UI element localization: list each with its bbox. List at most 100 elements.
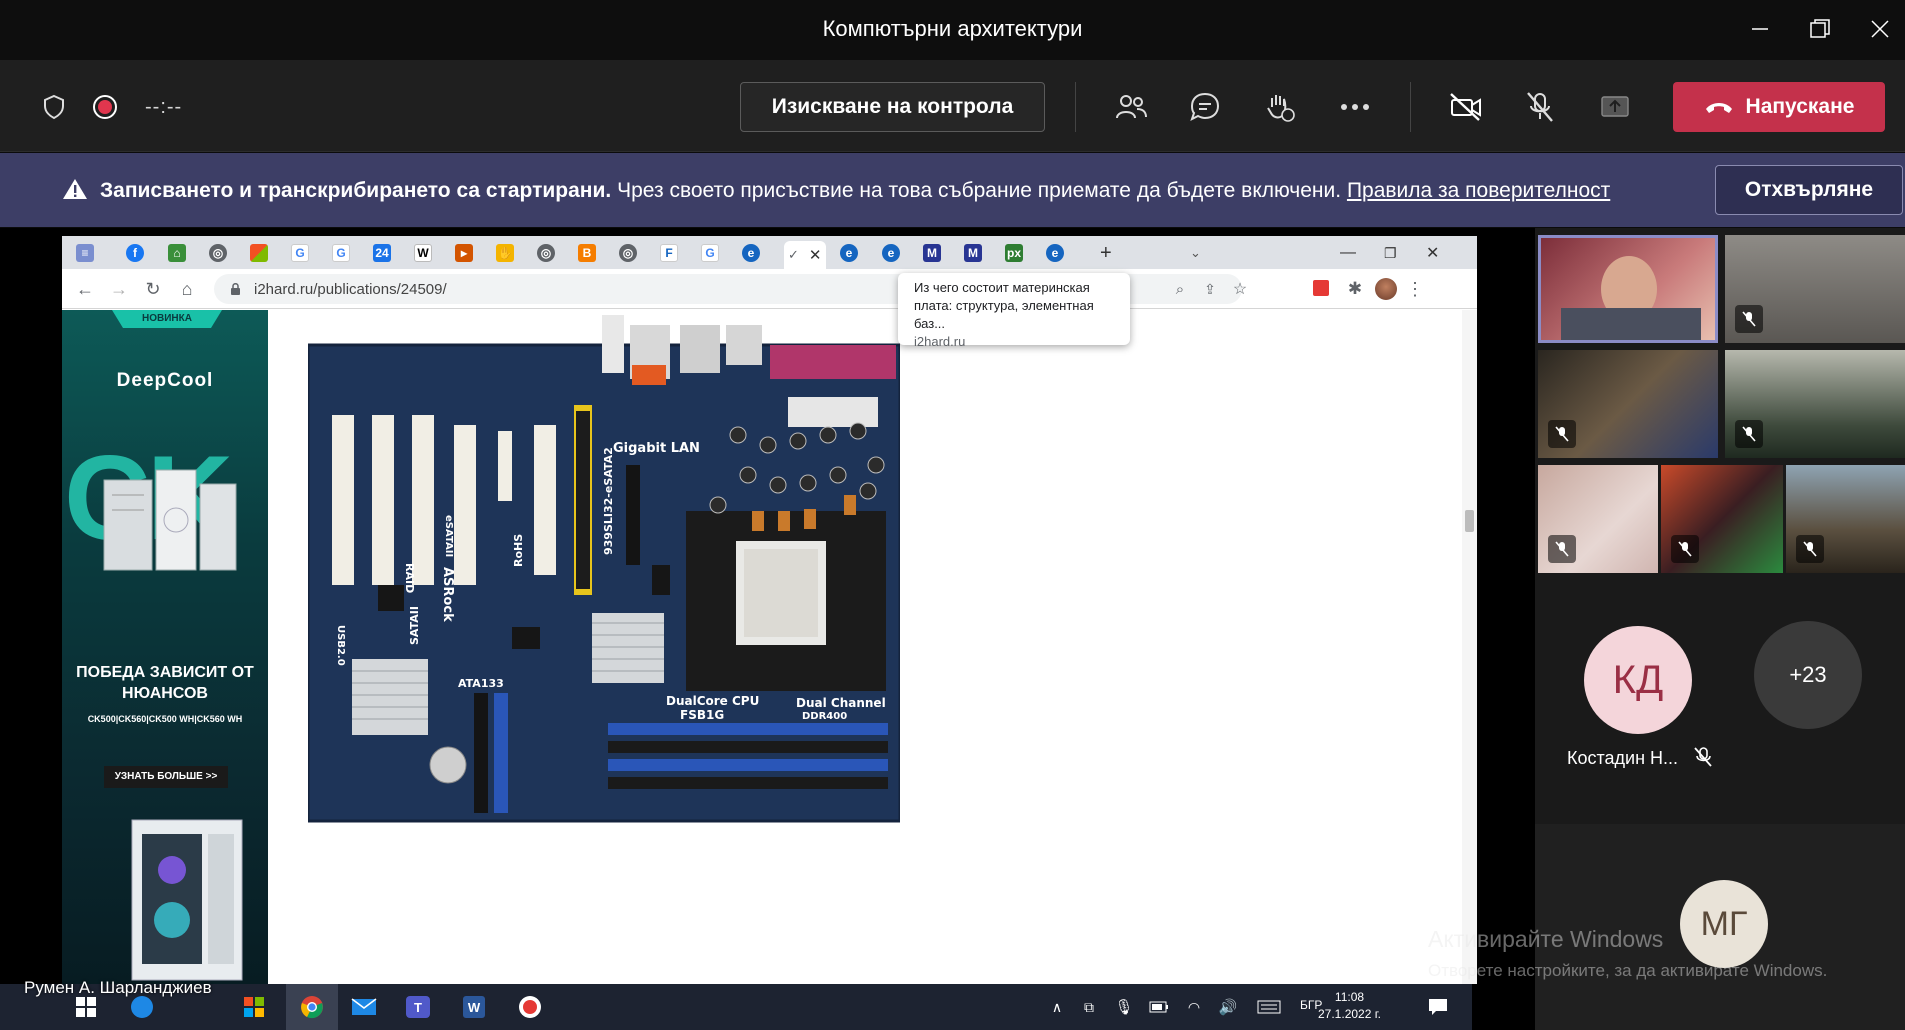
page-scrollbar[interactable] [1462,310,1477,984]
participant-shirt [1561,308,1701,340]
scrollbar-thumb[interactable] [1465,510,1474,532]
meeting-timer: --:-- [145,96,183,118]
browser-minimize-button[interactable]: — [1340,241,1356,265]
taskbar-clock[interactable]: 11:08 27.1.2022 г. [1318,989,1381,1023]
share-icon[interactable]: ⇪ [1199,278,1221,300]
browser-tab[interactable]: ◎ [619,241,637,265]
browser-tab[interactable]: ▸ [455,241,473,265]
lock-icon [231,283,240,295]
keyboard-icon[interactable] [1255,993,1283,1021]
browser-tab[interactable]: ⌂ [168,241,186,265]
browser-tab[interactable]: e [840,241,858,265]
browser-tab[interactable]: 24 [373,241,391,265]
home-icon[interactable]: ⌂ [176,278,198,300]
browser-tab[interactable]: G [701,241,719,265]
mb-label: ATA133 [458,677,504,690]
browser-restore-button[interactable]: ❐ [1384,241,1397,265]
browser-menu-icon[interactable]: ⋮ [1404,278,1426,300]
participant-video[interactable] [1786,465,1905,573]
browser-tab[interactable]: f [126,241,144,265]
word-icon[interactable]: W [460,993,488,1021]
browser-tab[interactable]: G [291,241,309,265]
store-icon[interactable] [240,993,268,1021]
facebook-icon: f [126,244,144,262]
reactions-icon[interactable] [1257,84,1303,130]
browser-tab[interactable]: G [332,241,350,265]
camera-off-icon[interactable] [1443,84,1489,130]
back-icon[interactable]: ← [74,278,96,300]
new-tab-button[interactable]: + [1100,241,1112,265]
recording-icon [82,84,128,130]
browser-tab[interactable]: M [923,241,941,265]
request-control-button[interactable]: Изискване на контрола [740,82,1045,132]
wikipedia-icon: W [414,244,432,262]
people-icon[interactable] [1108,84,1154,130]
participant-video[interactable] [1538,350,1718,458]
participant-video[interactable] [1661,465,1783,573]
browser-tab[interactable]: ✋ [496,241,514,265]
shield-icon[interactable] [31,84,77,130]
participant-video[interactable] [1538,465,1658,573]
profile-avatar[interactable] [1375,278,1397,300]
ad-learn-more-button[interactable]: УЗНАТЬ БОЛЬШЕ >> [104,766,228,788]
minimize-button[interactable] [1740,12,1780,46]
browser-tab[interactable]: px [1005,241,1023,265]
close-window-button[interactable] [1860,12,1900,46]
participant-gallery: КД Костадин Н... +23 МГ [1535,228,1905,1030]
leave-button[interactable]: Напускане [1673,82,1885,132]
battery-icon[interactable] [1145,993,1173,1021]
share-screen-icon[interactable] [1592,84,1638,130]
forward-icon[interactable]: → [108,278,130,300]
star-icon[interactable]: ☆ [1229,278,1251,300]
participant-avatar[interactable]: КД [1584,626,1692,734]
show-hidden-icons[interactable]: ∧ [1043,993,1071,1021]
browser-tab[interactable] [250,241,268,265]
mail-icon[interactable] [350,993,378,1021]
active-browser-tab[interactable]: ✓ ✕ [784,241,826,269]
browser-tab[interactable]: M [964,241,982,265]
wifi-icon[interactable]: ◠ [1180,993,1208,1021]
browser-tab[interactable]: F [660,241,678,265]
browser-tab[interactable]: ◎ [209,241,227,265]
volume-icon[interactable]: 🔊 [1214,993,1242,1021]
edge-icon: e [742,244,760,262]
participant-video[interactable] [1725,235,1905,343]
zoom-icon[interactable]: ⌕ [1169,278,1191,300]
browser-tab[interactable]: e [882,241,900,265]
teams-icon[interactable]: T [404,993,432,1021]
microphone-icon[interactable]: 🎙 [1110,993,1138,1021]
extension-icon[interactable] [1313,280,1329,296]
chat-icon[interactable] [1182,84,1228,130]
browser-tab[interactable]: ≡ [76,241,94,265]
screen-recorder-icon[interactable] [516,993,544,1021]
advertisement-banner[interactable]: НОВИНКА DeepCool CK ПОБЕДА ЗАВИСИТ ОТ НЮ… [62,310,268,984]
browser-tab[interactable]: e [1046,241,1064,265]
browser-tab[interactable]: B [578,241,596,265]
participant-video[interactable] [1725,350,1905,458]
google-icon: G [332,244,350,262]
browser-address-bar: ← → ↻ ⌂ i2hard.ru/publications/24509/ ⌕ … [62,269,1477,309]
chrome-icon[interactable] [298,993,326,1021]
edge-icon: e [1046,244,1064,262]
participant-avatar[interactable]: МГ [1680,880,1768,968]
maximize-button[interactable] [1800,12,1840,46]
privacy-link[interactable]: Правила за поверителност [1347,179,1610,202]
browser-close-button[interactable]: ✕ [1426,241,1439,265]
mic-off-icon[interactable] [1517,84,1563,130]
hang-up-icon [1705,103,1732,113]
browser-tab[interactable]: e [742,241,760,265]
mb-label: RoHS [512,534,525,567]
more-options-icon[interactable] [1332,84,1378,130]
google-icon: G [291,244,309,262]
tab-search-icon[interactable]: ⌄ [1190,241,1201,265]
more-participants-button[interactable]: +23 [1754,621,1862,729]
notifications-icon[interactable] [1424,993,1452,1021]
dismiss-button[interactable]: Отхвърляне [1715,165,1903,215]
browser-tab[interactable]: W [414,241,432,265]
reload-icon[interactable]: ↻ [142,278,164,300]
extensions-puzzle-icon[interactable]: ✱ [1344,278,1366,300]
participant-video-active-speaker[interactable] [1538,235,1718,343]
browser-tab[interactable]: ◎ [537,241,555,265]
tab-hover-tooltip: Из чего состоит материнская плата: струк… [898,273,1130,349]
meet-now-icon[interactable]: ⧉ [1075,993,1103,1021]
